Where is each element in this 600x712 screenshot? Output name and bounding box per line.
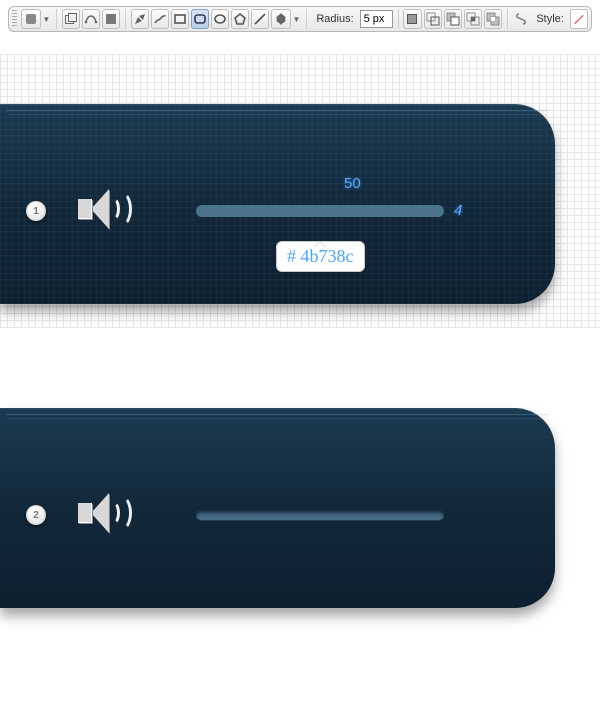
- polygon-shape-icon[interactable]: [231, 9, 249, 29]
- separator: [56, 9, 57, 29]
- line-shape-icon[interactable]: [251, 9, 269, 29]
- tutorial-step-2: 2: [0, 344, 600, 674]
- fill-pixels-button[interactable]: [102, 9, 120, 29]
- tutorial-step-1: 1 50 4 # 4b738c: [0, 38, 600, 344]
- custom-shape-dropdown[interactable]: ▼: [271, 9, 301, 29]
- fill-swatch-icon: [21, 9, 41, 29]
- pathop-exclude-icon[interactable]: [484, 9, 502, 29]
- link-style-icon[interactable]: [513, 9, 531, 29]
- width-measure: 50: [344, 175, 361, 192]
- separator: [398, 9, 399, 29]
- ellipse-shape-icon[interactable]: [211, 9, 229, 29]
- caret-down-icon: ▼: [291, 9, 301, 29]
- pathop-intersect-icon[interactable]: [464, 9, 482, 29]
- rounded-rectangle-shape-icon[interactable]: [191, 9, 209, 29]
- options-toolbar: ▼ ▼ Radius: 5 px: [8, 6, 592, 32]
- step-badge: 1: [26, 201, 46, 221]
- slider-track[interactable]: [196, 205, 444, 217]
- pathop-subtract-icon[interactable]: [444, 9, 462, 29]
- pathop-add-icon[interactable]: [424, 9, 442, 29]
- freeform-pen-icon[interactable]: [151, 9, 169, 29]
- custom-shape-icon: [271, 9, 291, 29]
- separator: [306, 9, 307, 29]
- fill-color-dropdown[interactable]: ▼: [21, 9, 51, 29]
- rectangle-shape-icon[interactable]: [171, 9, 189, 29]
- caret-down-icon: ▼: [41, 9, 51, 29]
- toolbar-grip[interactable]: [12, 10, 17, 28]
- radius-input[interactable]: 5 px: [360, 10, 393, 28]
- pathop-new-icon[interactable]: [403, 9, 421, 29]
- separator: [125, 9, 126, 29]
- style-swatch-none[interactable]: [570, 9, 588, 29]
- step-badge: 2: [26, 505, 46, 525]
- shape-layers-button[interactable]: [62, 9, 80, 29]
- ui-panel: 2: [0, 408, 555, 608]
- speaker-icon: [78, 487, 138, 537]
- radius-label: Radius:: [312, 13, 357, 25]
- ui-panel: 1 50 4 # 4b738c: [0, 104, 555, 304]
- slider-track-styled[interactable]: [196, 510, 444, 520]
- paths-button[interactable]: [82, 9, 100, 29]
- style-label: Style:: [532, 13, 568, 25]
- separator: [507, 9, 508, 29]
- color-tooltip: # 4b738c: [276, 241, 365, 272]
- height-measure: 4: [454, 202, 462, 219]
- speaker-icon: [78, 183, 138, 233]
- pen-tool-icon[interactable]: [131, 9, 149, 29]
